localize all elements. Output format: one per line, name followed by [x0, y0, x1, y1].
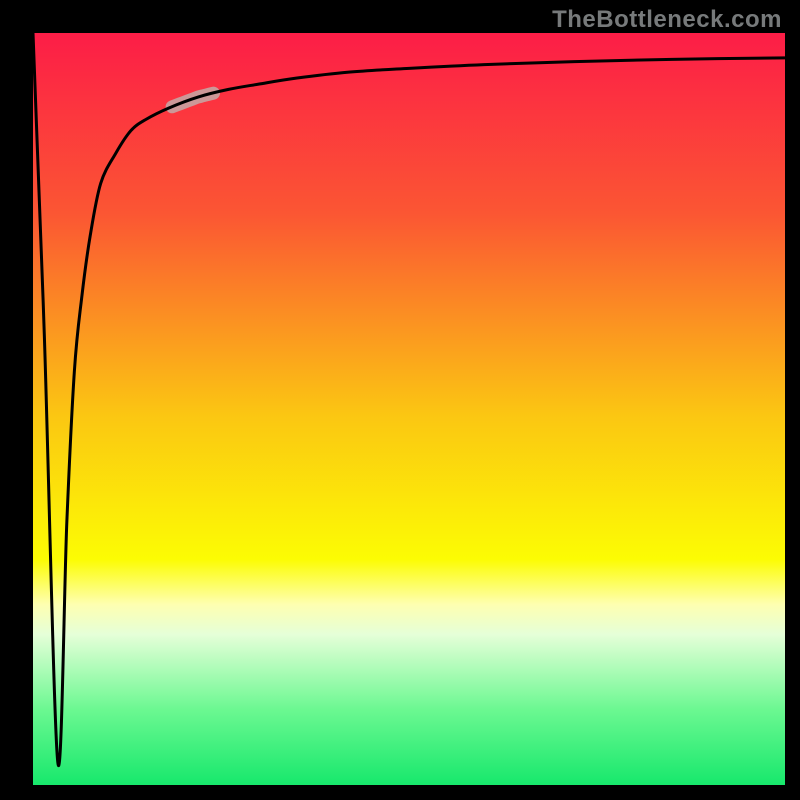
chart-frame: TheBottleneck.com: [0, 0, 800, 800]
curve-layer: [33, 33, 785, 785]
bottleneck-curve: [33, 33, 785, 766]
watermark-text: TheBottleneck.com: [552, 6, 782, 34]
plot-area: [33, 33, 785, 785]
